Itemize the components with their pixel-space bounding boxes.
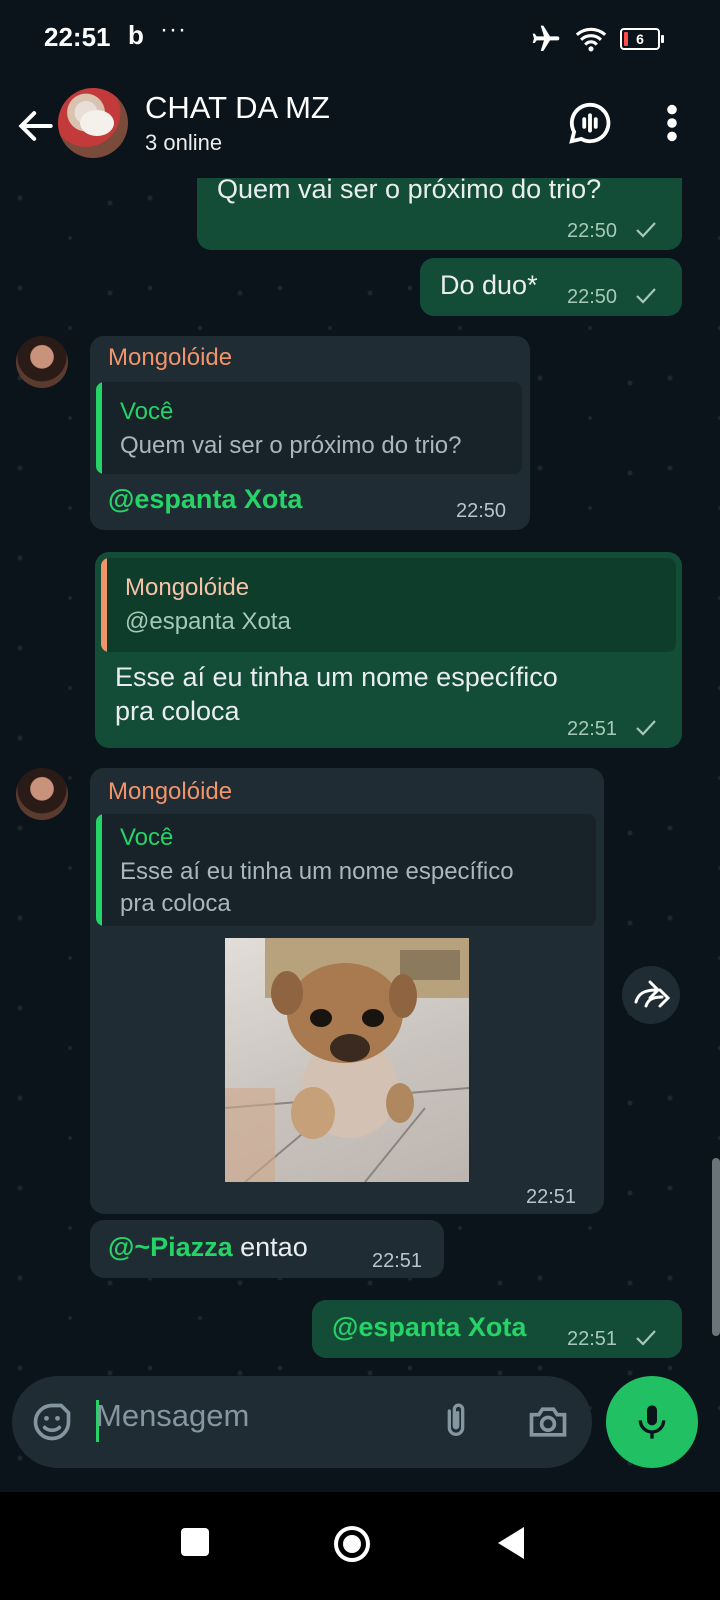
- sender-name[interactable]: Mongolóide: [108, 778, 232, 806]
- message-text-line: pra coloca: [115, 696, 240, 726]
- sticker-icon[interactable]: [30, 1400, 74, 1444]
- incoming-message[interactable]: Mongolóide Você Quem vai ser o próximo d…: [90, 336, 530, 530]
- message-text: Do duo*: [440, 270, 538, 300]
- recents-button-icon[interactable]: [180, 1527, 210, 1557]
- mention-text[interactable]: @espanta Xota: [332, 1310, 526, 1344]
- puppy-sticker-icon: [225, 938, 469, 1182]
- quote-text-line: Esse aí eu tinha um nome específico: [120, 858, 514, 885]
- outgoing-message[interactable]: @espanta Xota 22:51: [312, 1300, 682, 1358]
- message-time: 22:50: [567, 286, 618, 308]
- quote-bar: [96, 814, 102, 926]
- attach-icon[interactable]: [436, 1398, 476, 1444]
- forward-button[interactable]: [622, 966, 680, 1024]
- chat-title[interactable]: CHAT DA MZ: [145, 90, 330, 126]
- message-time: 22:51: [372, 1250, 423, 1272]
- scrollbar[interactable]: [712, 1158, 720, 1336]
- message-list[interactable]: Quem vai ser o próximo do trio? 22:50 Do…: [0, 178, 720, 1488]
- quote-bar: [96, 382, 102, 474]
- battery-level: 6: [636, 31, 644, 47]
- quote-text: Quem vai ser o próximo do trio?: [120, 432, 462, 459]
- wifi-icon: [575, 27, 607, 52]
- quote-text: @espanta Xota: [125, 608, 291, 635]
- quote-author: Mongolóide: [125, 574, 250, 601]
- composer-bar: Mensagem: [0, 1376, 720, 1484]
- quoted-message[interactable]: Você Quem vai ser o próximo do trio?: [96, 382, 522, 474]
- online-count: 3 online: [145, 130, 223, 155]
- more-options-icon[interactable]: [660, 100, 684, 146]
- sender-avatar[interactable]: [16, 768, 68, 820]
- sticker-image[interactable]: [225, 938, 469, 1182]
- group-avatar[interactable]: [58, 88, 128, 158]
- mention-text[interactable]: @~Piazza: [108, 1232, 233, 1262]
- sender-name[interactable]: Mongolóide: [108, 344, 232, 372]
- back-arrow-icon[interactable]: [14, 104, 58, 148]
- more-notifications-icon: ···: [160, 16, 187, 43]
- mention-text[interactable]: @espanta Xota: [108, 482, 302, 516]
- voice-record-button[interactable]: [606, 1376, 698, 1468]
- outgoing-message[interactable]: Quem vai ser o próximo do trio? 22:50: [197, 178, 682, 250]
- message-time: 22:51: [567, 718, 618, 740]
- quote-bar: [101, 558, 107, 652]
- sent-check-icon: [636, 1330, 656, 1346]
- voice-chat-icon[interactable]: [567, 100, 613, 146]
- message-text: Quem vai ser o próximo do trio?: [217, 178, 602, 204]
- sent-check-icon: [636, 222, 656, 238]
- camera-icon[interactable]: [526, 1400, 570, 1444]
- message-time: 22:50: [456, 500, 507, 522]
- sent-check-icon: [636, 288, 656, 304]
- home-button-icon[interactable]: [332, 1524, 372, 1564]
- app-notification-icon: b: [128, 20, 144, 50]
- message-time: 22:50: [567, 220, 618, 242]
- forward-icon: [634, 980, 671, 1008]
- chat-header: CHAT DA MZ 3 online: [0, 78, 720, 178]
- message-time: 22:51: [567, 1328, 618, 1350]
- airplane-mode-icon: [532, 25, 560, 51]
- outgoing-message[interactable]: Do duo* 22:50: [420, 258, 682, 316]
- quoted-message[interactable]: Mongolóide @espanta Xota: [101, 558, 676, 652]
- message-text: @~Piazza entao: [108, 1230, 308, 1264]
- incoming-message[interactable]: @~Piazza entao 22:51: [90, 1220, 444, 1278]
- quote-text-line: pra coloca: [120, 890, 231, 917]
- quote-author: Você: [120, 824, 174, 851]
- status-bar: 22:51 b ··· 6: [0, 0, 720, 78]
- message-text-rest: entao: [232, 1232, 308, 1262]
- message-placeholder: Mensagem: [96, 1398, 250, 1433]
- quote-author: Você: [120, 398, 174, 425]
- sender-avatar[interactable]: [16, 336, 68, 388]
- sent-check-icon: [636, 720, 656, 736]
- system-navigation-bar: [0, 1492, 720, 1600]
- message-time: 22:51: [526, 1186, 577, 1208]
- outgoing-message[interactable]: Mongolóide @espanta Xota Esse aí eu tinh…: [95, 552, 682, 748]
- battery-icon: 6: [620, 28, 664, 50]
- quoted-message[interactable]: Você Esse aí eu tinha um nome específico…: [96, 814, 596, 926]
- microphone-icon: [638, 1405, 666, 1439]
- status-time: 22:51: [44, 22, 111, 52]
- status-icons: 6: [530, 22, 664, 56]
- message-input[interactable]: Mensagem: [12, 1376, 592, 1468]
- message-text-line: Esse aí eu tinha um nome específico: [115, 662, 558, 692]
- back-button-icon[interactable]: [496, 1525, 528, 1561]
